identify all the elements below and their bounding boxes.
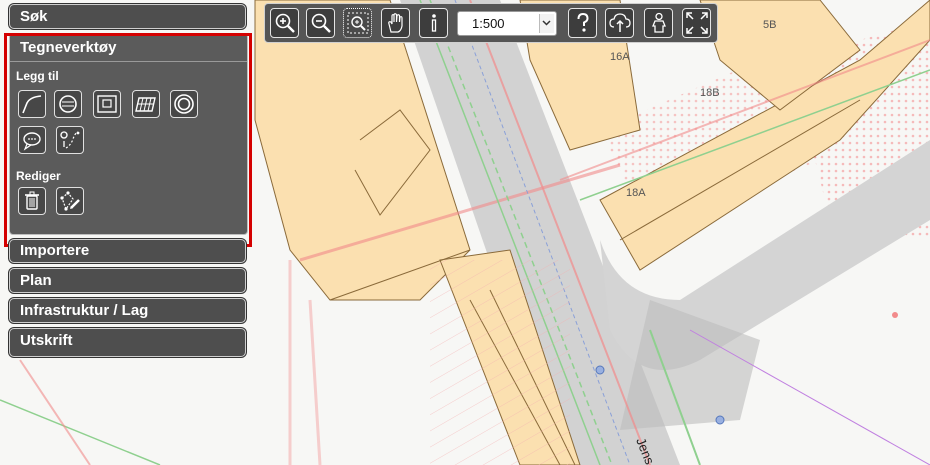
help-icon (577, 12, 589, 32)
zoom-in-icon (275, 13, 295, 33)
zoom-in-button[interactable] (270, 8, 299, 38)
fullscreen-icon (686, 12, 708, 34)
drawing-tools-highlight-frame (4, 33, 252, 247)
section-print-button[interactable]: Utskrift (9, 328, 246, 357)
section-plan-button[interactable]: Plan (9, 268, 246, 293)
zoom-out-button[interactable] (306, 8, 335, 38)
cloud-upload-button[interactable] (605, 8, 634, 38)
person-icon (652, 12, 666, 33)
user-button[interactable] (644, 8, 673, 38)
cloud-upload-icon (609, 13, 631, 32)
address-label-5b: 5B (763, 19, 776, 31)
address-label-18a: 18A (626, 187, 646, 199)
zoom-box-button[interactable] (343, 8, 372, 38)
scale-dropdown-arrow[interactable] (539, 14, 554, 33)
scale-value: 1:500 (472, 16, 505, 31)
scale-select[interactable]: 1:500 (457, 11, 557, 36)
zoom-box-icon (347, 12, 369, 34)
chevron-down-icon (542, 20, 551, 26)
map-toolbar: 1:500 (264, 3, 718, 43)
section-import-button[interactable]: Importere (9, 239, 246, 263)
fullscreen-button[interactable] (682, 8, 711, 38)
section-search-button[interactable]: Søk (9, 4, 246, 29)
section-infrastructure-button[interactable]: Infrastruktur / Lag (9, 298, 246, 323)
address-label-16a: 16A (610, 51, 630, 63)
pan-hand-icon (388, 13, 403, 33)
pan-button[interactable] (381, 8, 410, 38)
zoom-out-icon (311, 13, 331, 33)
address-label-18b: 18B (700, 87, 720, 99)
info-icon (431, 14, 437, 32)
help-button[interactable] (568, 8, 597, 38)
info-button[interactable] (419, 8, 448, 38)
